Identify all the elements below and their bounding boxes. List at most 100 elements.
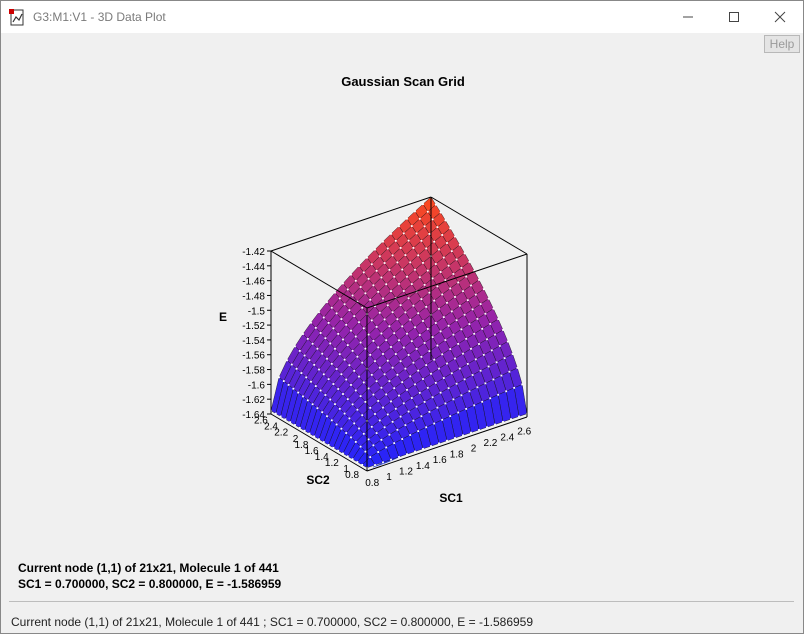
grid-node (465, 337, 468, 340)
surface-plot[interactable]: Gaussian Scan Grid E SC2 SC1 -1.42 -1.44 -… (5, 53, 801, 598)
grid-node (396, 428, 399, 431)
grid-node (353, 315, 356, 318)
close-button[interactable] (757, 1, 803, 33)
grid-node (505, 390, 508, 393)
grid-node (391, 254, 394, 257)
grid-node (458, 243, 461, 246)
grid-node (479, 303, 482, 305)
grid-node (452, 333, 455, 336)
grid-node (361, 306, 364, 309)
grid-node (361, 463, 364, 466)
grid-node (452, 398, 455, 401)
grid-node (278, 376, 280, 379)
grid-node (434, 203, 437, 206)
grid-node (385, 339, 388, 342)
title-bar[interactable]: G3:M1:V1 - 3D Data Plot (1, 1, 803, 33)
grid-node (417, 254, 420, 257)
grid-node (484, 312, 487, 315)
grid-node (428, 291, 431, 294)
grid-node (450, 250, 453, 253)
grid-node (351, 403, 354, 406)
grid-node (351, 294, 354, 297)
grid-node (417, 369, 420, 372)
grid-node (340, 373, 343, 376)
grid-node (295, 367, 298, 370)
y-tick-label: 2 (293, 434, 299, 445)
z-tick-label: -1.42 (242, 247, 265, 258)
grid-node (318, 438, 320, 441)
z-tick-label: -1.54 (242, 336, 265, 347)
minimize-button[interactable] (665, 1, 711, 33)
grid-node (284, 418, 287, 421)
grid-node (322, 316, 325, 319)
grid-node (346, 288, 349, 291)
grid-node (452, 273, 455, 275)
grid-node (431, 218, 434, 221)
grid-node (486, 426, 488, 429)
z-tick-label: -1.56 (242, 351, 265, 362)
grid-node (369, 406, 372, 409)
grid-node (426, 210, 429, 213)
grid-node (442, 377, 445, 379)
grid-node (362, 381, 365, 384)
grid-node (473, 404, 476, 407)
grid-node (492, 307, 495, 310)
grid-node (468, 323, 471, 325)
grid-node (454, 437, 456, 439)
grid-node (412, 247, 415, 249)
grid-node (404, 254, 407, 256)
grid-node (441, 293, 444, 296)
grid-node (468, 261, 471, 263)
grid-node (340, 318, 343, 320)
plot-area[interactable]: Gaussian Scan Grid E SC2 SC1 -1.42 -1.44 -… (5, 53, 801, 598)
grid-node (457, 281, 460, 284)
grid-node (388, 433, 391, 436)
grid-node (321, 352, 324, 355)
grid-node (393, 442, 396, 445)
grid-node (337, 388, 340, 390)
maximize-button[interactable] (711, 1, 757, 33)
grid-node (399, 304, 402, 307)
x-tick-label: 1.8 (450, 449, 464, 460)
grid-node (367, 333, 370, 336)
grid-node (409, 375, 412, 378)
grid-node (378, 255, 381, 258)
grid-node (294, 345, 296, 348)
grid-node (314, 385, 317, 387)
help-button[interactable]: Help (764, 35, 800, 53)
grid-node (418, 217, 421, 220)
grid-node (502, 420, 504, 423)
grid-node (313, 363, 316, 366)
grid-node (466, 299, 469, 302)
grid-node (311, 403, 314, 406)
grid-node (348, 364, 351, 367)
grid-node (329, 398, 332, 401)
grid-node (390, 346, 392, 348)
grid-node (428, 350, 431, 353)
grid-node (390, 232, 392, 235)
grid-node (439, 211, 442, 214)
grid-node (298, 350, 301, 352)
grid-node (402, 290, 405, 292)
grid-node (409, 318, 412, 321)
grid-node (510, 418, 512, 421)
z-tick-label: -1.46 (242, 277, 265, 288)
grid-node (423, 342, 426, 344)
grid-node (438, 367, 440, 370)
grid-node (294, 424, 296, 426)
z-axis-label: E (219, 310, 227, 324)
grid-node (430, 445, 432, 448)
grid-node (351, 349, 354, 352)
grid-node (334, 347, 336, 350)
grid-node (479, 369, 482, 372)
grid-node (378, 419, 381, 422)
grid-node (383, 373, 386, 376)
grid-node (420, 298, 423, 301)
grid-node (495, 361, 498, 364)
grid-node (353, 369, 356, 372)
grid-node (388, 380, 391, 383)
grid-node (386, 359, 389, 362)
grid-node (436, 344, 439, 347)
grid-node (465, 408, 468, 410)
grid-node (409, 261, 412, 264)
